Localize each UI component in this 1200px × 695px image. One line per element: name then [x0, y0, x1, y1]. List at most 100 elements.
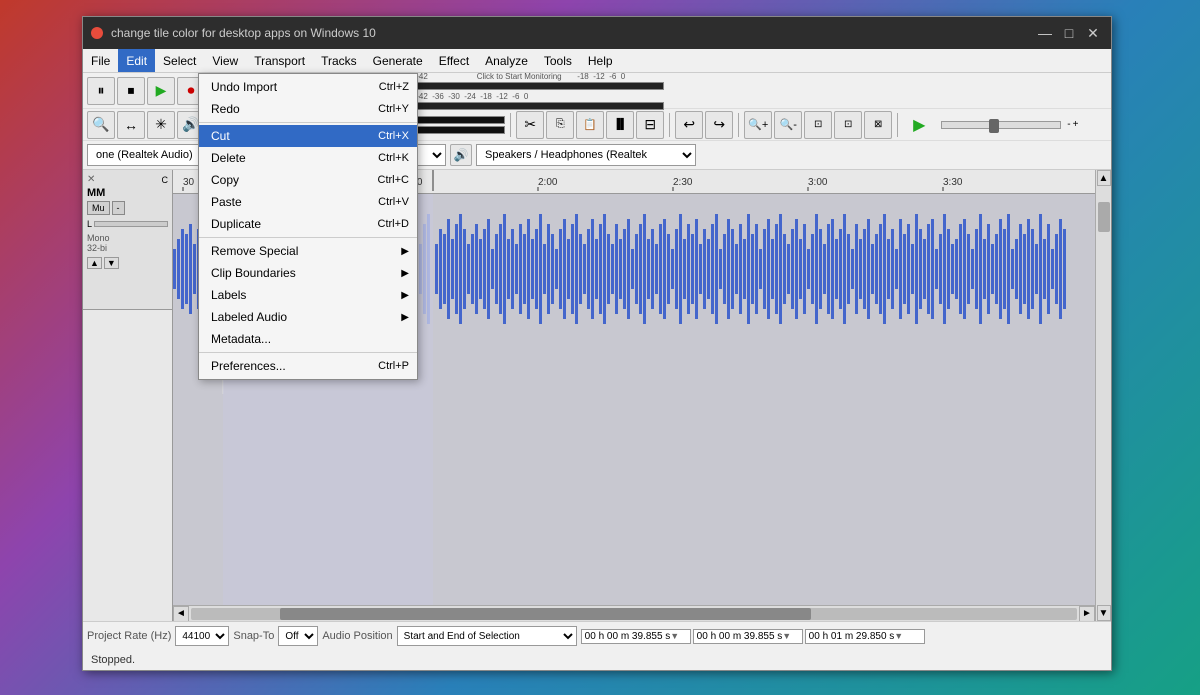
silence-button[interactable]: ⊟	[636, 111, 664, 139]
maximize-button[interactable]: □	[1059, 23, 1079, 43]
zoom-out-2[interactable]: 🔍-	[774, 111, 802, 139]
track-mute-solo: Mu -	[87, 201, 168, 215]
separator-6	[738, 113, 739, 137]
menu-view[interactable]: View	[204, 49, 246, 72]
menu-bar: File Edit Select View Transport Tracks G…	[83, 49, 1111, 73]
svg-text:2:30: 2:30	[673, 177, 693, 188]
menu-labels[interactable]: Labels ▶	[199, 284, 417, 306]
track-panel: ✕ C MM Mu - L Mono 32-bi ▲ ▼	[83, 170, 173, 621]
track-collapse-btn[interactable]: C	[162, 175, 169, 185]
track-x-btn[interactable]: ✕	[87, 174, 95, 185]
redo-button[interactable]: ↪	[705, 111, 733, 139]
cut-icon-button[interactable]: ✂	[516, 111, 544, 139]
level-meter-bottom-labels: -54 -48 -42 -36 -30 -24 -18 -12 -6 0	[384, 91, 664, 101]
output-device-select[interactable]: Speakers / Headphones (Realtek	[476, 144, 696, 166]
menu-transport[interactable]: Transport	[246, 49, 313, 72]
undo-button[interactable]: ↩	[675, 111, 703, 139]
project-rate-select[interactable]: 44100	[175, 626, 229, 646]
horizontal-scrollbar[interactable]: ◄ ►	[173, 605, 1095, 621]
menu-remove-special[interactable]: Remove Special ▶	[199, 240, 417, 262]
play-button[interactable]: ▶	[147, 77, 175, 105]
menu-generate[interactable]: Generate	[365, 49, 431, 72]
track-up-button[interactable]: ▲	[87, 257, 102, 269]
zoom-in-button[interactable]: 🔍	[87, 111, 115, 139]
v-scrollbar-thumb[interactable]	[1098, 202, 1110, 232]
snap-to-label: Snap-To	[233, 630, 274, 642]
trim-button[interactable]: ▐▌	[606, 111, 634, 139]
play-transport-button[interactable]: ▶	[903, 109, 935, 141]
paste-shortcut: Ctrl+V	[358, 196, 409, 208]
scroll-right-button[interactable]: ►	[1079, 606, 1095, 622]
copy-shortcut: Ctrl+C	[358, 174, 409, 186]
slider-thumb[interactable]	[989, 119, 999, 133]
zoom-fit-button[interactable]: ↔	[117, 111, 145, 139]
paste-icon-button[interactable]: 📋	[576, 111, 604, 139]
menu-labeled-audio[interactable]: Labeled Audio ▶	[199, 306, 417, 328]
window-icon	[91, 27, 103, 39]
track-level-label: L	[87, 219, 92, 229]
copy-icon-button[interactable]: ⎘	[546, 111, 574, 139]
playback-slider[interactable]	[941, 121, 1061, 129]
menu-help[interactable]: Help	[580, 49, 621, 72]
menu-preferences[interactable]: Preferences... Ctrl+P	[199, 355, 417, 377]
zoom-fit-2[interactable]: ⊡	[834, 111, 862, 139]
menu-paste[interactable]: Paste Ctrl+V	[199, 191, 417, 213]
scroll-left-button[interactable]: ◄	[173, 606, 189, 622]
menu-clip-boundaries[interactable]: Clip Boundaries ▶	[199, 262, 417, 284]
stop-button[interactable]: ⏹	[117, 77, 145, 105]
redo-label: Redo	[211, 102, 240, 116]
scrollbar-thumb[interactable]	[280, 608, 812, 620]
menu-metadata[interactable]: Metadata...	[199, 328, 417, 350]
menu-select[interactable]: Select	[155, 49, 204, 72]
menu-effect[interactable]: Effect	[431, 49, 477, 72]
menu-analyze[interactable]: Analyze	[477, 49, 536, 72]
separator-after-redo	[199, 122, 417, 123]
zoom-toggle[interactable]: ⊠	[864, 111, 892, 139]
pos2-dropdown[interactable]: ▼	[782, 631, 791, 641]
menu-delete[interactable]: Delete Ctrl+K	[199, 147, 417, 169]
menu-edit[interactable]: Edit	[118, 49, 155, 72]
window-title: change tile color for desktop apps on Wi…	[111, 26, 1035, 40]
position-input-3[interactable]: 00 h 01 m 29.850 s ▼	[805, 629, 925, 644]
position-input-2[interactable]: 00 h 00 m 39.855 s ▼	[693, 629, 803, 644]
position-input-1[interactable]: 00 h 00 m 39.855 s ▼	[581, 629, 691, 644]
minimize-button[interactable]: —	[1035, 23, 1055, 43]
pos1-dropdown[interactable]: ▼	[670, 631, 679, 641]
close-button[interactable]: ✕	[1083, 23, 1103, 43]
selection-type-select[interactable]: Start and End of Selection	[397, 626, 577, 646]
position-inputs: 00 h 00 m 39.855 s ▼ 00 h 00 m 39.855 s …	[581, 629, 925, 644]
track-level-slider[interactable]	[94, 221, 168, 227]
device-volume-button[interactable]: 🔊	[450, 144, 472, 166]
menu-file[interactable]: File	[83, 49, 118, 72]
delete-shortcut: Ctrl+K	[358, 152, 409, 164]
scroll-down-button[interactable]: ▼	[1097, 605, 1111, 621]
level-meter-top-labels: -54 -48 -42 Click to Start Monitoring -1…	[384, 71, 664, 81]
multi-tool-button[interactable]: ✳	[147, 111, 175, 139]
labeled-audio-label: Labeled Audio	[211, 310, 287, 324]
menu-undo-import[interactable]: Undo Import Ctrl+Z	[199, 76, 417, 98]
track-detail-bit: 32-bi	[87, 243, 168, 253]
menu-tracks[interactable]: Tracks	[313, 49, 365, 72]
zoom-sel[interactable]: ⊡	[804, 111, 832, 139]
vertical-scrollbar[interactable]: ▲ ▼	[1095, 170, 1111, 621]
remove-special-label: Remove Special	[211, 244, 298, 258]
snap-to-select[interactable]: Off	[278, 626, 318, 646]
menu-redo[interactable]: Redo Ctrl+Y	[199, 98, 417, 120]
project-rate-label: Project Rate (Hz)	[87, 630, 171, 642]
volume-plus: +	[1073, 119, 1079, 130]
pos3-dropdown[interactable]: ▼	[894, 631, 903, 641]
pause-button[interactable]: ⏸	[87, 77, 115, 105]
mute-button[interactable]: Mu	[87, 201, 110, 215]
scrollbar-track[interactable]	[191, 608, 1077, 620]
track-down-button[interactable]: ▼	[104, 257, 119, 269]
app-window: change tile color for desktop apps on Wi…	[82, 16, 1112, 671]
scroll-up-button[interactable]: ▲	[1097, 170, 1111, 186]
level-top-label: -54 -48 -42 Click to Start Monitoring -1…	[384, 72, 625, 81]
menu-tools[interactable]: Tools	[536, 49, 580, 72]
menu-duplicate[interactable]: Duplicate Ctrl+D	[199, 213, 417, 235]
zoom-in-2[interactable]: 🔍+	[744, 111, 772, 139]
solo-button[interactable]: -	[112, 201, 125, 215]
menu-copy[interactable]: Copy Ctrl+C	[199, 169, 417, 191]
audio-position-field: Audio Position	[322, 630, 392, 642]
menu-cut[interactable]: Cut Ctrl+X	[199, 125, 417, 147]
